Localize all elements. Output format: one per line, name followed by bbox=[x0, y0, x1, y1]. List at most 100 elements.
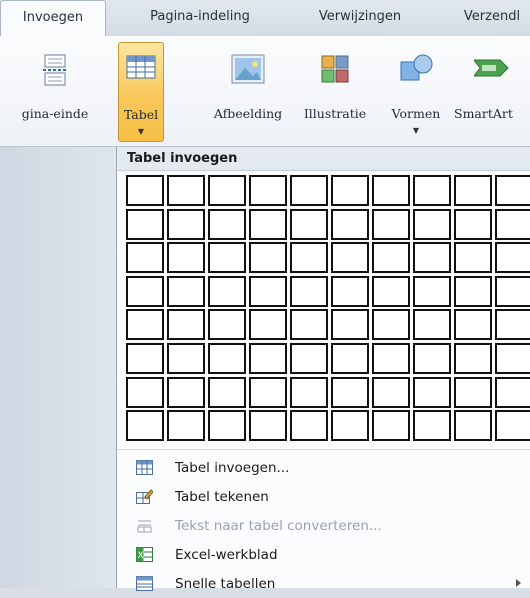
grid-cell[interactable] bbox=[495, 208, 530, 240]
smartart-button[interactable]: SmartArt bbox=[454, 42, 530, 142]
shapes-icon bbox=[399, 54, 433, 88]
grid-cell[interactable] bbox=[208, 175, 246, 206]
grid-cell[interactable] bbox=[454, 275, 492, 307]
grid-cell[interactable] bbox=[126, 242, 164, 274]
grid-cell[interactable] bbox=[167, 175, 205, 206]
table-label: Tabel bbox=[123, 107, 159, 122]
table-button[interactable]: Tabel ▼ bbox=[118, 42, 164, 142]
grid-cell[interactable] bbox=[126, 342, 164, 374]
grid-cell[interactable] bbox=[208, 208, 246, 240]
grid-cell[interactable] bbox=[249, 242, 287, 274]
picture-button[interactable]: Afbeelding bbox=[204, 42, 292, 142]
grid-cell[interactable] bbox=[372, 410, 410, 442]
grid-cell[interactable] bbox=[495, 275, 530, 307]
grid-cell[interactable] bbox=[249, 309, 287, 341]
grid-cell[interactable] bbox=[413, 342, 451, 374]
grid-cell[interactable] bbox=[372, 275, 410, 307]
table-size-grid[interactable] bbox=[126, 175, 530, 444]
grid-cell[interactable] bbox=[454, 376, 492, 408]
grid-cell[interactable] bbox=[167, 208, 205, 240]
grid-cell[interactable] bbox=[454, 175, 492, 206]
shapes-button[interactable]: Vormen ▼ bbox=[380, 42, 452, 142]
grid-cell[interactable] bbox=[290, 376, 328, 408]
grid-cell[interactable] bbox=[413, 242, 451, 274]
grid-cell[interactable] bbox=[167, 410, 205, 442]
grid-cell[interactable] bbox=[290, 242, 328, 274]
grid-cell[interactable] bbox=[372, 342, 410, 374]
grid-cell[interactable] bbox=[249, 275, 287, 307]
excel-sheet-item[interactable]: X Excel-werkblad bbox=[117, 541, 530, 569]
grid-cell[interactable] bbox=[331, 275, 369, 307]
grid-cell[interactable] bbox=[454, 342, 492, 374]
grid-cell[interactable] bbox=[413, 175, 451, 206]
grid-cell[interactable] bbox=[290, 309, 328, 341]
draw-table-item[interactable]: Tabel tekenen bbox=[117, 483, 530, 511]
grid-cell[interactable] bbox=[331, 342, 369, 374]
grid-cell[interactable] bbox=[495, 242, 530, 274]
grid-cell[interactable] bbox=[454, 242, 492, 274]
grid-cell[interactable] bbox=[372, 242, 410, 274]
table-icon bbox=[136, 460, 153, 475]
grid-cell[interactable] bbox=[372, 309, 410, 341]
grid-cell[interactable] bbox=[167, 342, 205, 374]
grid-cell[interactable] bbox=[208, 242, 246, 274]
grid-cell[interactable] bbox=[331, 309, 369, 341]
grid-cell[interactable] bbox=[208, 342, 246, 374]
grid-cell[interactable] bbox=[413, 309, 451, 341]
insert-table-item[interactable]: Tabel invoegen... bbox=[117, 454, 530, 482]
grid-cell[interactable] bbox=[126, 275, 164, 307]
grid-cell[interactable] bbox=[495, 309, 530, 341]
clipart-button[interactable]: Illustratie bbox=[292, 42, 378, 142]
convert-text-item[interactable]: Tekst naar tabel converteren... bbox=[117, 512, 530, 540]
grid-cell[interactable] bbox=[167, 376, 205, 408]
grid-cell[interactable] bbox=[413, 208, 451, 240]
grid-cell[interactable] bbox=[495, 410, 530, 442]
grid-cell[interactable] bbox=[413, 376, 451, 408]
grid-cell[interactable] bbox=[208, 275, 246, 307]
grid-cell[interactable] bbox=[249, 175, 287, 206]
grid-cell[interactable] bbox=[249, 208, 287, 240]
grid-cell[interactable] bbox=[331, 376, 369, 408]
grid-cell[interactable] bbox=[331, 175, 369, 206]
grid-cell[interactable] bbox=[126, 175, 164, 206]
tab-verzendlijsten[interactable]: Verzendl bbox=[447, 0, 530, 36]
grid-cell[interactable] bbox=[413, 275, 451, 307]
grid-cell[interactable] bbox=[249, 410, 287, 442]
grid-cell[interactable] bbox=[208, 376, 246, 408]
grid-cell[interactable] bbox=[495, 342, 530, 374]
grid-cell[interactable] bbox=[126, 376, 164, 408]
grid-cell[interactable] bbox=[290, 275, 328, 307]
grid-cell[interactable] bbox=[454, 208, 492, 240]
grid-cell[interactable] bbox=[167, 275, 205, 307]
grid-cell[interactable] bbox=[167, 242, 205, 274]
grid-cell[interactable] bbox=[167, 309, 205, 341]
grid-cell[interactable] bbox=[126, 309, 164, 341]
grid-cell[interactable] bbox=[331, 410, 369, 442]
grid-cell[interactable] bbox=[372, 175, 410, 206]
grid-cell[interactable] bbox=[249, 376, 287, 408]
chevron-down-icon: ▼ bbox=[137, 127, 145, 136]
grid-cell[interactable] bbox=[331, 242, 369, 274]
grid-cell[interactable] bbox=[331, 208, 369, 240]
grid-cell[interactable] bbox=[372, 208, 410, 240]
tab-invoegen[interactable]: Invoegen bbox=[0, 0, 106, 38]
grid-cell[interactable] bbox=[126, 410, 164, 442]
grid-cell[interactable] bbox=[249, 342, 287, 374]
grid-cell[interactable] bbox=[413, 410, 451, 442]
grid-cell[interactable] bbox=[372, 376, 410, 408]
quick-tables-item[interactable]: Snelle tabellen bbox=[117, 570, 530, 598]
tab-verwijzingen[interactable]: Verwijzingen bbox=[300, 0, 420, 36]
grid-cell[interactable] bbox=[454, 309, 492, 341]
grid-cell[interactable] bbox=[290, 342, 328, 374]
grid-cell[interactable] bbox=[208, 410, 246, 442]
grid-cell[interactable] bbox=[290, 208, 328, 240]
grid-cell[interactable] bbox=[495, 376, 530, 408]
grid-cell[interactable] bbox=[290, 410, 328, 442]
grid-cell[interactable] bbox=[126, 208, 164, 240]
page-break-button[interactable]: gina-einde bbox=[0, 42, 110, 142]
tab-pagina-indeling[interactable]: Pagina-indeling bbox=[130, 0, 270, 36]
grid-cell[interactable] bbox=[454, 410, 492, 442]
grid-cell[interactable] bbox=[495, 175, 530, 206]
grid-cell[interactable] bbox=[208, 309, 246, 341]
grid-cell[interactable] bbox=[290, 175, 328, 206]
